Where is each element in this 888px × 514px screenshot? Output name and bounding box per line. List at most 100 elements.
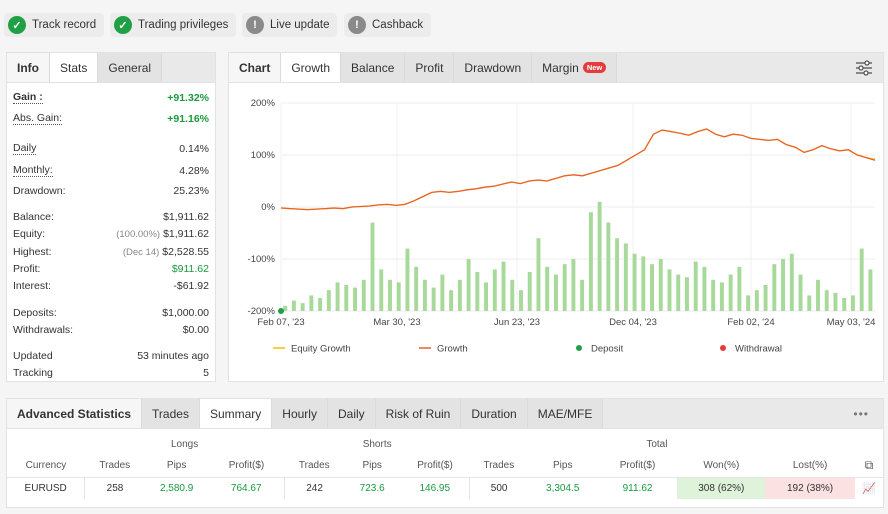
bar bbox=[772, 264, 777, 311]
row-interest: Interest: -$61.92 bbox=[13, 277, 209, 294]
bar bbox=[562, 264, 567, 311]
bar bbox=[781, 259, 786, 311]
y-tick-label: -100% bbox=[248, 254, 276, 265]
bar bbox=[422, 279, 427, 311]
tab-duration[interactable]: Duration bbox=[461, 399, 528, 428]
bar bbox=[859, 248, 864, 311]
more-options-icon[interactable]: ••• bbox=[853, 407, 869, 421]
badge-track-record[interactable]: ✓ Track record bbox=[4, 13, 105, 37]
bar bbox=[833, 292, 838, 311]
tab-risk-of-ruin[interactable]: Risk of Ruin bbox=[375, 399, 462, 428]
abs-gain-label[interactable]: Abs. Gain: bbox=[13, 112, 63, 125]
bar bbox=[606, 222, 611, 311]
bar bbox=[641, 256, 646, 311]
interest-value: -$61.92 bbox=[173, 279, 209, 292]
col-total-profit: Profit($) bbox=[619, 460, 656, 472]
y-tick-label: -200% bbox=[248, 306, 276, 317]
bar bbox=[309, 295, 314, 311]
tab-profit[interactable]: Profit bbox=[405, 53, 455, 82]
monthly-label[interactable]: Monthly: bbox=[13, 164, 53, 177]
group-shorts: Shorts bbox=[362, 438, 392, 450]
check-icon: ✓ bbox=[8, 16, 26, 34]
advanced-tabs: Advanced Statistics Trades Summary Hourl… bbox=[7, 399, 883, 429]
updated-value: 53 minutes ago bbox=[137, 349, 209, 362]
bar bbox=[746, 295, 751, 311]
bar bbox=[396, 282, 401, 311]
bar bbox=[361, 279, 366, 311]
row-balance: Balance: $1,911.62 bbox=[13, 208, 209, 225]
cell-shorts-pips: 723.6 bbox=[359, 482, 385, 494]
col-currency: Currency bbox=[25, 460, 67, 472]
tab-margin-label: Margin bbox=[542, 60, 579, 75]
bar bbox=[457, 279, 462, 311]
badge-live-update[interactable]: ! Live update bbox=[242, 13, 338, 37]
row-drawdown: Drawdown: 25.23% bbox=[13, 182, 209, 199]
tab-growth[interactable]: Growth bbox=[281, 53, 342, 82]
chart-title: Chart bbox=[229, 53, 282, 82]
legend-deposit-label: Deposit bbox=[591, 344, 624, 355]
deposits-value: $1,000.00 bbox=[162, 306, 209, 319]
badge-label: Trading privileges bbox=[138, 19, 229, 31]
row-abs-gain: Abs. Gain: +91.16% bbox=[13, 110, 209, 127]
badge-trading-privileges[interactable]: ✓ Trading privileges bbox=[110, 13, 237, 37]
gain-value: +91.32% bbox=[167, 91, 209, 104]
badge-cashback[interactable]: ! Cashback bbox=[344, 13, 432, 37]
bar bbox=[484, 282, 489, 311]
tab-general[interactable]: General bbox=[98, 53, 163, 82]
tab-trades[interactable]: Trades bbox=[142, 399, 200, 428]
copy-icon[interactable]: ⧉ bbox=[855, 455, 883, 477]
col-total-trades: Trades bbox=[483, 460, 515, 472]
badge-bar: ✓ Track record ✓ Trading privileges ! Li… bbox=[0, 0, 888, 48]
bar bbox=[475, 272, 480, 311]
tab-stats[interactable]: Stats bbox=[50, 53, 99, 82]
daily-label[interactable]: Daily bbox=[13, 142, 37, 155]
bar bbox=[571, 259, 576, 311]
bar bbox=[597, 201, 602, 311]
tab-drawdown[interactable]: Drawdown bbox=[454, 53, 533, 82]
tab-daily[interactable]: Daily bbox=[327, 399, 376, 428]
chart-tabs: Chart Growth Balance Profit Drawdown Mar… bbox=[229, 53, 883, 83]
group-header-row: Longs Shorts Total bbox=[7, 433, 883, 455]
bar bbox=[353, 287, 357, 311]
bar bbox=[868, 269, 873, 311]
gain-label[interactable]: Gain : bbox=[13, 91, 43, 104]
bar bbox=[667, 269, 672, 311]
y-tick-label: 200% bbox=[251, 98, 276, 109]
profit-value: $911.62 bbox=[171, 262, 209, 275]
column-header-row: Currency Trades Pips Profit($) Trades Pi… bbox=[7, 455, 883, 477]
bar bbox=[816, 279, 820, 311]
bar bbox=[527, 272, 532, 311]
cell-currency[interactable]: EURUSD bbox=[7, 477, 86, 499]
group-longs: Longs bbox=[170, 438, 199, 450]
cell-won: 308 (62%) bbox=[677, 477, 766, 499]
bar bbox=[379, 269, 384, 311]
filter-sliders-icon[interactable] bbox=[855, 59, 873, 77]
deposit-marker bbox=[278, 308, 284, 314]
x-tick-label: May 03, '24 bbox=[827, 317, 876, 328]
badge-label: Cashback bbox=[372, 19, 424, 31]
growth-line bbox=[280, 128, 876, 211]
bar bbox=[536, 238, 541, 311]
tab-summary[interactable]: Summary bbox=[199, 399, 273, 428]
tab-mae-mfe[interactable]: MAE/MFE bbox=[527, 399, 604, 428]
bar bbox=[501, 261, 506, 311]
tab-margin[interactable]: Margin New bbox=[532, 53, 618, 82]
bar bbox=[588, 212, 593, 311]
cell-longs-pips: 2,580.9 bbox=[159, 482, 194, 494]
chart-line-icon[interactable]: 📈 bbox=[855, 477, 883, 499]
equity-value: $1,911.62 bbox=[163, 227, 209, 240]
bar bbox=[658, 259, 663, 311]
col-won: Won(%) bbox=[703, 460, 740, 472]
row-highest: Highest: (Dec 14) $2,528.55 bbox=[13, 243, 209, 260]
tab-info[interactable]: Info bbox=[7, 53, 50, 82]
withdrawals-value: $0.00 bbox=[182, 323, 209, 336]
monthly-value: 4.28% bbox=[179, 164, 209, 177]
x-tick-label: Feb 07, '23 bbox=[257, 317, 304, 328]
tab-hourly[interactable]: Hourly bbox=[272, 399, 328, 428]
bar bbox=[737, 266, 742, 311]
tab-balance[interactable]: Balance bbox=[341, 53, 406, 82]
bar bbox=[291, 300, 296, 311]
bar bbox=[431, 287, 436, 311]
advanced-stats-panel: Advanced Statistics Trades Summary Hourl… bbox=[6, 398, 884, 508]
legend-withdrawal-label: Withdrawal bbox=[735, 344, 782, 355]
